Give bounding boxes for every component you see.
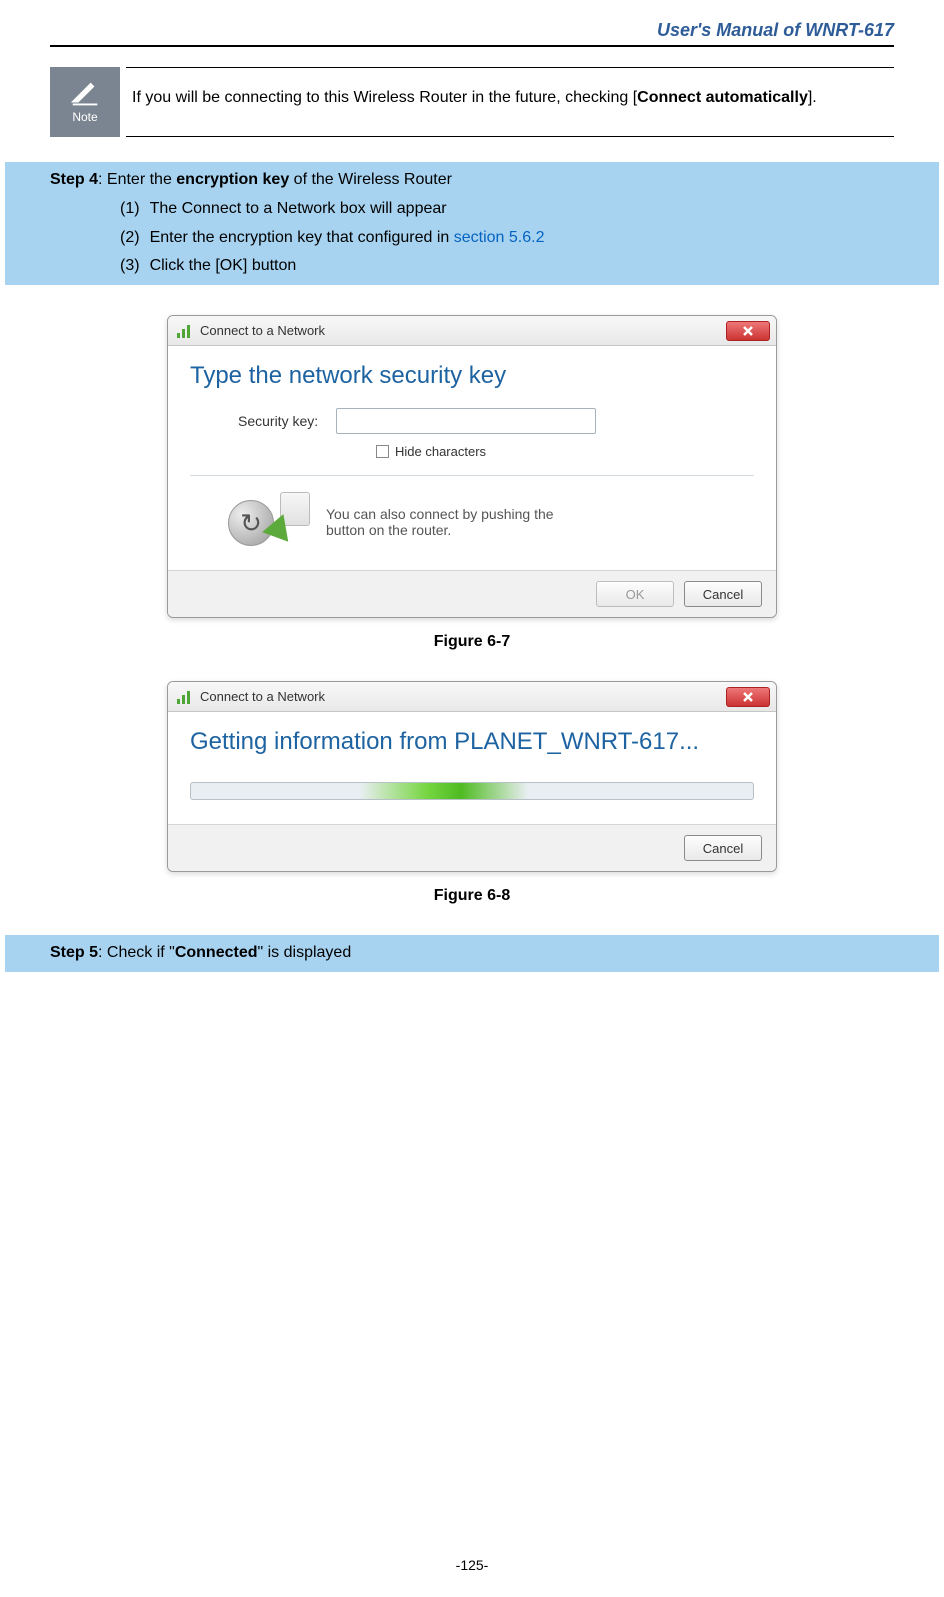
step5-title-pre: : Check if " (98, 944, 175, 961)
pencil-note-icon (68, 80, 102, 108)
step4-item-1: (1) The Connect to a Network box will ap… (120, 195, 894, 224)
progress-bar (190, 782, 754, 800)
dialog2-heading: Getting information from PLANET_WNRT-617… (190, 728, 754, 756)
hide-characters-label: Hide characters (395, 444, 486, 459)
close-button[interactable] (726, 687, 770, 707)
note-text-bold: Connect automatically (637, 89, 808, 106)
note-label: Note (72, 110, 97, 124)
step5-title: Step 5: Check if "Connected" is displaye… (50, 939, 894, 968)
router-hint-row: ↻ You can also connect by pushing the bu… (190, 492, 754, 552)
cancel-button[interactable]: Cancel (684, 581, 762, 607)
step4-item-3-text: Click the [OK] button (150, 252, 297, 281)
close-icon (743, 326, 753, 336)
step4-item-2-num: (2) (120, 224, 140, 253)
dialog1-footer: OK Cancel (168, 570, 776, 617)
step5-title-bold: Connected (175, 944, 258, 961)
form-divider (190, 475, 754, 476)
figure-6-7-wrap: Connect to a Network Type the network se… (50, 315, 894, 651)
figure-6-8-label: Figure 6-8 (50, 887, 894, 905)
security-key-label: Security key: (238, 413, 318, 429)
step4-item-2-pre: Enter the encryption key that configured… (150, 229, 454, 246)
note-box: Note If you will be connecting to this W… (50, 67, 894, 137)
step4-title-post: of the Wireless Router (289, 171, 452, 188)
hint-line1: You can also connect by pushing the (326, 506, 554, 522)
close-icon (743, 692, 753, 702)
security-key-input[interactable] (336, 408, 596, 434)
progress-indicator (360, 783, 529, 799)
page-number: -125- (0, 1557, 944, 1573)
step4-title-pre: : Enter the (98, 171, 176, 188)
dialog1-titlebar: Connect to a Network (168, 316, 776, 346)
header-title: User's Manual of WNRT-617 (50, 20, 894, 47)
step4-item-3-num: (3) (120, 252, 140, 281)
dialog2-titlebar: Connect to a Network (168, 682, 776, 712)
note-text-post: ]. (808, 89, 817, 106)
figure-6-8-wrap: Connect to a Network Getting information… (50, 681, 894, 905)
ok-button[interactable]: OK (596, 581, 674, 607)
step5-title-post: " is displayed (258, 944, 352, 961)
step4-item-1-num: (1) (120, 195, 140, 224)
step4-prefix: Step 4 (50, 171, 98, 188)
step4-item-2-link[interactable]: section 5.6.2 (454, 229, 545, 246)
step4-title-bold: encryption key (176, 171, 289, 188)
step4-item-3: (3) Click the [OK] button (120, 252, 894, 281)
dialog-security-key: Connect to a Network Type the network se… (167, 315, 777, 618)
step4-title: Step 4: Enter the encryption key of the … (50, 166, 894, 195)
note-text-pre: If you will be connecting to this Wirele… (132, 89, 637, 106)
step5-prefix: Step 5 (50, 944, 98, 961)
dialog2-title: Connect to a Network (200, 689, 325, 704)
dialog2-footer: Cancel (168, 824, 776, 871)
note-icon: Note (50, 67, 120, 137)
figure-6-7-label: Figure 6-7 (50, 633, 894, 651)
dialog1-title: Connect to a Network (200, 323, 325, 338)
dialog1-heading: Type the network security key (190, 362, 754, 390)
hide-characters-checkbox[interactable] (376, 445, 389, 458)
close-button[interactable] (726, 321, 770, 341)
step4-item-2-text: Enter the encryption key that configured… (150, 224, 545, 253)
step4-block: Step 4: Enter the encryption key of the … (5, 162, 939, 285)
security-key-row: Security key: (190, 408, 754, 434)
step5-block: Step 5: Check if "Connected" is displaye… (5, 935, 939, 972)
note-text: If you will be connecting to this Wirele… (126, 67, 894, 137)
hint-text: You can also connect by pushing the butt… (326, 506, 554, 538)
router-push-icon: ↻ (226, 492, 312, 552)
network-bars-icon (176, 689, 192, 705)
cancel-button[interactable]: Cancel (684, 835, 762, 861)
network-bars-icon (176, 323, 192, 339)
hide-characters-row[interactable]: Hide characters (190, 444, 754, 459)
dialog-getting-info: Connect to a Network Getting information… (167, 681, 777, 872)
step4-item-1-text: The Connect to a Network box will appear (150, 195, 447, 224)
step4-item-2: (2) Enter the encryption key that config… (120, 224, 894, 253)
hint-line2: button on the router. (326, 522, 554, 538)
